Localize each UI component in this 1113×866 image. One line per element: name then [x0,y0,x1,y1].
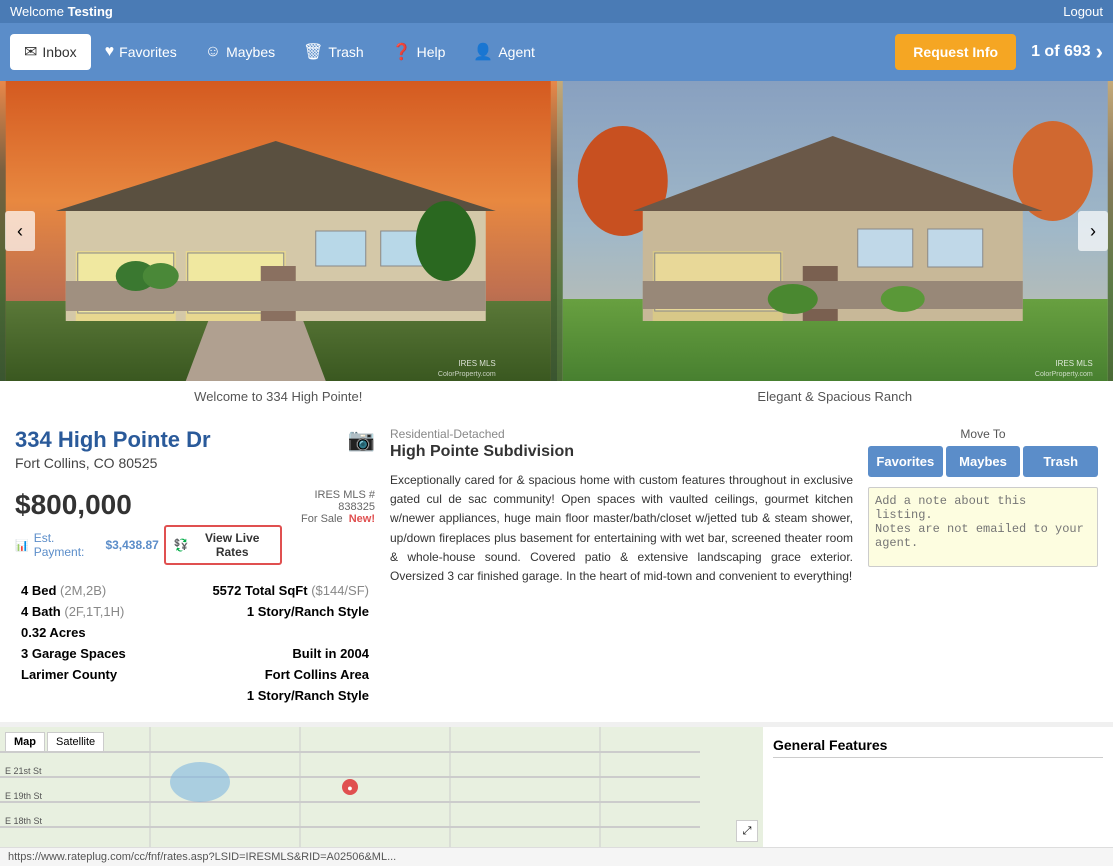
help-icon: ❓ [392,42,412,62]
listing-description: Exceptionally cared for & spacious home … [390,471,853,586]
rates-icon: 💱 [174,538,189,552]
style2-cell: 1 Story/Ranch Style [163,686,373,705]
nav-inbox[interactable]: ✉ Inbox [10,34,91,70]
main-content: 334 High Pointe Dr Fort Collins, CO 8052… [0,412,1113,722]
view-live-rates-button[interactable]: 💱 View Live Rates [164,525,282,565]
address-line2: Fort Collins, CO 80525 [15,455,211,471]
subdivision: High Pointe Subdivision [390,443,853,461]
svg-text:E 19th St: E 19th St [5,791,43,801]
photo-right: IRES MLS ColorProperty.com [557,81,1113,381]
svg-text:E 18th St: E 18th St [5,816,43,826]
welcome-text: Welcome Testing [10,4,113,19]
request-info-button[interactable]: Request Info [895,34,1016,70]
svg-text:ColorProperty.com: ColorProperty.com [438,371,496,378]
est-payment: 📊 Est. Payment: $3,438.87 💱 View Live Ra… [15,525,282,565]
right-panel: Move To Favorites Maybes Trash [868,427,1098,707]
move-to-buttons: Favorites Maybes Trash [868,446,1098,477]
address-line1: 334 High Pointe Dr [15,427,211,453]
nav-maybes-label: Maybes [226,44,275,60]
maybes-button[interactable]: Maybes [946,446,1021,477]
area-cell: Fort Collins Area [163,665,373,684]
smiley-icon: ☺ [205,43,221,61]
acres-label: 0.32 Acres [17,623,161,642]
map-expand-button[interactable]: ⤢ [736,820,758,842]
photo-left: IRES MLS ColorProperty.com [0,81,557,381]
photo-captions: Welcome to 334 High Pointe! Elegant & Sp… [0,381,1113,412]
nav-inbox-label: Inbox [42,44,76,60]
nav-favorites[interactable]: ♥ Favorites [91,35,191,69]
photo-left-caption: Welcome to 334 High Pointe! [0,381,557,412]
inbox-icon: ✉ [24,42,37,62]
map-section: Map Satellite 22nd St E 21st St E 19th S… [0,727,763,847]
trash-icon: 🗑 [303,42,323,62]
style-cell: 1 Story/Ranch Style [163,602,373,621]
garage-label: 3 Garage Spaces [17,644,161,663]
general-features: General Features [763,727,1113,847]
move-to-section: Move To Favorites Maybes Trash [868,427,1098,570]
svg-text:IRES MLS: IRES MLS [458,359,495,368]
notes-textarea[interactable] [868,487,1098,567]
sqft-cell: 5572 Total SqFt ($144/SF) [163,581,373,600]
bath-label: 4 Bath (2F,1T,1H) [17,602,161,621]
table-row: 1 Story/Ranch Style [17,686,373,705]
property-address: 334 High Pointe Dr Fort Collins, CO 8052… [15,427,211,471]
top-bar: Welcome Testing Logout [0,0,1113,23]
logout-link[interactable]: Logout [1063,4,1103,19]
map-controls: Map Satellite [5,732,104,752]
map-button[interactable]: Map [5,732,45,752]
camera-icon[interactable]: 📷 [348,427,375,453]
trash-button[interactable]: Trash [1023,446,1098,477]
svg-text:IRES MLS: IRES MLS [1055,359,1092,368]
photo-section: ‹ [0,81,1113,381]
table-row: 4 Bath (2F,1T,1H) 1 Story/Ranch Style [17,602,373,621]
svg-text:●: ● [347,783,352,793]
nav-favorites-label: Favorites [119,44,177,60]
heart-icon: ♥ [105,43,115,61]
table-row: 0.32 Acres [17,623,373,642]
left-panel: 334 High Pointe Dr Fort Collins, CO 8052… [15,427,375,707]
nav-trash[interactable]: 🗑 Trash [289,34,378,70]
mls-info: IRES MLS # 838325 For Sale New! [282,489,375,525]
photo-right-caption: Elegant & Spacious Ranch [557,381,1113,412]
move-to-label: Move To [868,427,1098,441]
nav-counter: 1 of 693 › [1031,39,1103,65]
satellite-button[interactable]: Satellite [47,732,104,752]
general-features-title: General Features [773,737,1103,758]
nav-agent-label: Agent [498,44,535,60]
table-row: 4 Bed (2M,2B) 5572 Total SqFt ($144/SF) [17,581,373,600]
built-cell: Built in 2004 [163,644,373,663]
photo-prev-button[interactable]: ‹ [5,211,35,251]
status-bar: https://www.rateplug.com/cc/fnf/rates.as… [0,847,1113,866]
table-row: 3 Garage Spaces Built in 2004 [17,644,373,663]
svg-text:ColorProperty.com: ColorProperty.com [1034,371,1092,378]
nav-help-label: Help [417,44,446,60]
county-label: Larimer County [17,665,161,684]
property-price: $800,000 [15,489,282,521]
photo-next-button[interactable]: › [1078,211,1108,251]
table-row: Larimer County Fort Collins Area [17,665,373,684]
svg-text:E 21st St: E 21st St [5,766,42,776]
status-url: https://www.rateplug.com/cc/fnf/rates.as… [8,851,396,863]
favorites-button[interactable]: Favorites [868,446,943,477]
agent-icon: 👤 [473,42,493,62]
next-listing-button[interactable]: › [1096,39,1103,65]
bed-label: 4 Bed (2M,2B) [17,581,161,600]
nav-agent[interactable]: 👤 Agent [459,34,549,70]
listing-type: Residential-Detached [390,427,853,441]
middle-panel: Residential-Detached High Pointe Subdivi… [390,427,853,707]
property-details-table: 4 Bed (2M,2B) 5572 Total SqFt ($144/SF) … [15,579,375,707]
nav-help[interactable]: ❓ Help [378,34,460,70]
map-svg: 22nd St E 21st St E 19th St E 18th St ● [0,727,763,847]
nav-maybes[interactable]: ☺ Maybes [191,35,289,69]
nav-trash-label: Trash [328,44,363,60]
nav-bar: ✉ Inbox ♥ Favorites ☺ Maybes 🗑 Trash ❓ H… [0,23,1113,81]
bottom-section: Map Satellite 22nd St E 21st St E 19th S… [0,727,1113,847]
